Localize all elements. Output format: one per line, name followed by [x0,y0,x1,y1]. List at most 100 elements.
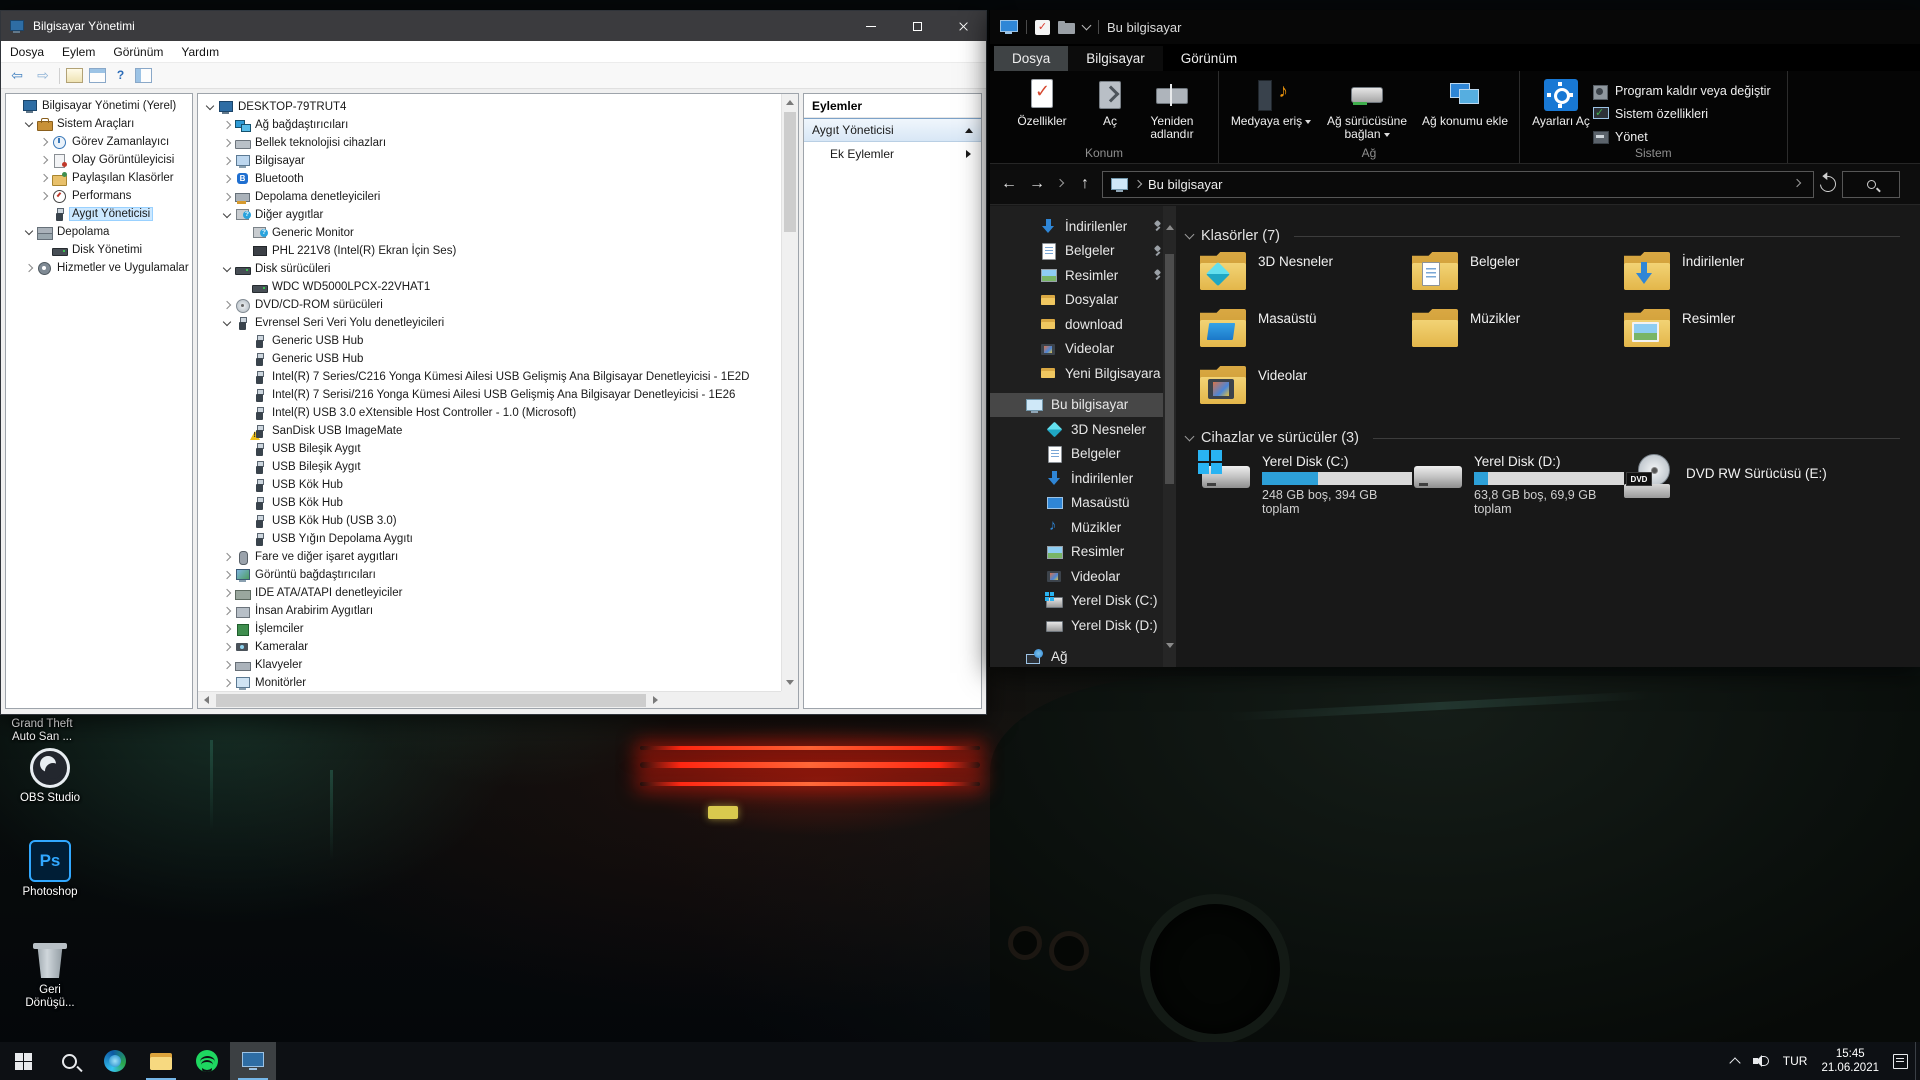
chevron-right-icon[interactable] [223,643,231,651]
scroll-up-icon[interactable] [782,94,798,111]
menu-item-eylem[interactable]: Eylem [53,45,104,59]
chevron-right-icon[interactable] [223,121,231,129]
chevron-right-icon[interactable] [223,139,231,147]
uninstall-program-button[interactable]: Program kaldır veya değiştir [1592,81,1771,101]
qat-customize-icon[interactable] [1082,21,1092,31]
folder-tile-belgeler[interactable]: Belgeler [1412,252,1624,296]
collapse-icon[interactable] [965,128,973,133]
tab-görünüm[interactable]: Görünüm [1163,46,1255,71]
close-button[interactable] [940,11,986,41]
device-tree-item[interactable]: USB Kök Hub (USB 3.0) [198,512,781,530]
back-arrow-icon[interactable]: ⇦ [7,67,27,84]
taskbar-explorer-button[interactable] [138,1042,184,1080]
device-tree-item[interactable]: Intel(R) 7 Series/C216 Yonga Kümesi Aile… [198,368,781,386]
up-icon[interactable]: ↑ [1074,175,1096,193]
chevron-right-icon[interactable] [25,264,33,272]
forward-arrow-icon[interactable]: ⇨ [33,67,53,84]
chevron-down-icon[interactable] [223,209,231,217]
device-tree-item[interactable]: PHL 221V8 (Intel(R) Ekran İçin Ses) [198,242,781,260]
section-collapse-icon[interactable] [1185,431,1195,441]
folder-tile-i̇ndirilenler[interactable]: İndirilenler [1624,252,1836,296]
taskbar-spotify-button[interactable] [184,1042,230,1080]
device-tree-item[interactable]: WDC WD5000LPCX-22VHAT1 [198,278,781,296]
chevron-right-icon[interactable] [40,138,48,146]
scroll-down-icon[interactable] [782,674,798,691]
sidebar-item-resimler[interactable]: Resimler [990,540,1176,565]
address-dropdown-icon[interactable] [1793,179,1801,187]
device-tree-item[interactable]: İnsan Arabirim Aygıtları [198,602,781,620]
chevron-right-icon[interactable] [223,553,231,561]
device-tree-item[interactable]: USB Kök Hub [198,494,781,512]
device-tree-item[interactable]: DESKTOP-79TRUT4 [198,98,781,116]
sidebar-item-belgeler[interactable]: Belgeler [990,239,1176,264]
scrollbar-thumb[interactable] [1165,254,1174,484]
cm-tree-item[interactable]: Paylaşılan Klasörler [6,169,192,187]
access-media-button[interactable]: Medyaya eriş [1229,77,1313,128]
cm-tree-item[interactable]: Görev Zamanlayıcı [6,133,192,151]
device-tree-item[interactable]: DVD/CD-ROM sürücüleri [198,296,781,314]
sidebar-item-müzikler[interactable]: Müzikler [990,515,1176,540]
menu-item-görünüm[interactable]: Görünüm [104,45,172,59]
chevron-right-icon[interactable] [40,156,48,164]
sidebar-item-dosyalar[interactable]: Dosyalar [990,288,1176,313]
refresh-icon[interactable] [1817,173,1840,196]
sidebar-item-i̇ndirilenler[interactable]: İndirilenler [990,214,1176,239]
vscrollbar-thumb[interactable] [784,112,796,232]
chevron-right-icon[interactable] [223,679,231,687]
drive-tile-dvd[interactable]: DVDDVD RW Sürücüsü (E:) [1624,454,1836,510]
drive-tile-disk-0[interactable]: Yerel Disk (C:)248 GB boş, 394 GB toplam [1200,454,1412,510]
drives-section-header[interactable]: Cihazlar ve sürücüler (3) [1186,430,1900,446]
back-icon[interactable]: ← [998,175,1020,193]
actions-item-more-actions[interactable]: Ek Eylemler [804,142,981,166]
clock[interactable]: 15:45 21.06.2021 [1814,1042,1886,1080]
device-tree-item[interactable]: Bellek teknolojisi cihazları [198,134,781,152]
device-tree-item[interactable]: USB Bileşik Aygıt [198,458,781,476]
folder-tile-müzikler[interactable]: Müzikler [1412,309,1624,353]
sidebar-item-i̇ndirilenler[interactable]: İndirilenler [990,466,1176,491]
open-settings-button[interactable]: Ayarları Aç [1530,77,1592,128]
show-desktop-button[interactable] [1915,1042,1920,1080]
cm-titlebar[interactable]: Bilgisayar Yönetimi [1,11,986,41]
device-tree-item[interactable]: Ağ bağdaştırıcıları [198,116,781,134]
volume-button[interactable] [1746,1042,1776,1080]
chevron-right-icon[interactable] [223,301,231,309]
qat-new-folder-icon[interactable] [1058,21,1075,34]
folder-tile-videolar[interactable]: Videolar [1200,366,1412,410]
chevron-right-icon[interactable] [223,175,231,183]
folders-section-header[interactable]: Klasörler (7) [1186,228,1900,244]
device-list-vscrollbar[interactable] [781,94,798,691]
sidebar-item-resimler[interactable]: Resimler [990,263,1176,288]
search-box[interactable] [1842,171,1900,198]
device-list-hscrollbar[interactable] [198,691,781,708]
scroll-up-icon[interactable] [1165,210,1174,225]
device-tree-item[interactable]: Generic USB Hub [198,350,781,368]
sidebar-item-videolar[interactable]: Videolar [990,564,1176,589]
taskbar-edge-button[interactable] [92,1042,138,1080]
drive-tile-disk-1[interactable]: Yerel Disk (D:)63,8 GB boş, 69,9 GB topl… [1412,454,1624,510]
device-tree-item[interactable]: Generic USB Hub [198,332,781,350]
chevron-right-icon[interactable] [223,193,231,201]
device-tree-item[interactable]: Intel(R) USB 3.0 eXtensible Host Control… [198,404,781,422]
chevron-down-icon[interactable] [223,317,231,325]
tab-dosya[interactable]: Dosya [994,46,1068,71]
explorer-titlebar[interactable]: Bu bilgisayar [990,10,1920,44]
folder-tile-3d nesneler[interactable]: 3D Nesneler [1200,252,1412,296]
chevron-right-icon[interactable] [40,192,48,200]
sidebar-item-3d nesneler[interactable]: 3D Nesneler [990,417,1176,442]
scroll-left-icon[interactable] [198,692,215,709]
chevron-right-icon[interactable] [223,589,231,597]
taskbar-search-button[interactable] [46,1042,92,1080]
cm-tree-item[interactable]: Sistem Araçları [6,115,192,133]
cm-tree-item[interactable]: Depolama [6,223,192,241]
desktop-icon-gta[interactable]: Grand Theft Auto San ... [0,718,84,744]
recent-locations-icon[interactable] [1056,179,1064,187]
device-tree-item[interactable]: Intel(R) 7 Serisi/216 Yonga Kümesi Ailes… [198,386,781,404]
section-collapse-icon[interactable] [1185,229,1195,239]
open-button[interactable]: Aç [1084,77,1136,128]
sidebar-item-yeni bilgisayara atılacal[interactable]: Yeni Bilgisayara Atılacal [990,361,1176,386]
chevron-down-icon[interactable] [206,101,214,109]
system-properties-button[interactable]: Sistem özellikleri [1592,104,1771,124]
add-network-location-button[interactable]: Ağ konumu ekle [1421,77,1509,128]
folder-tile-masaüstü[interactable]: Masaüstü [1200,309,1412,353]
cm-tree-item[interactable]: Performans [6,187,192,205]
